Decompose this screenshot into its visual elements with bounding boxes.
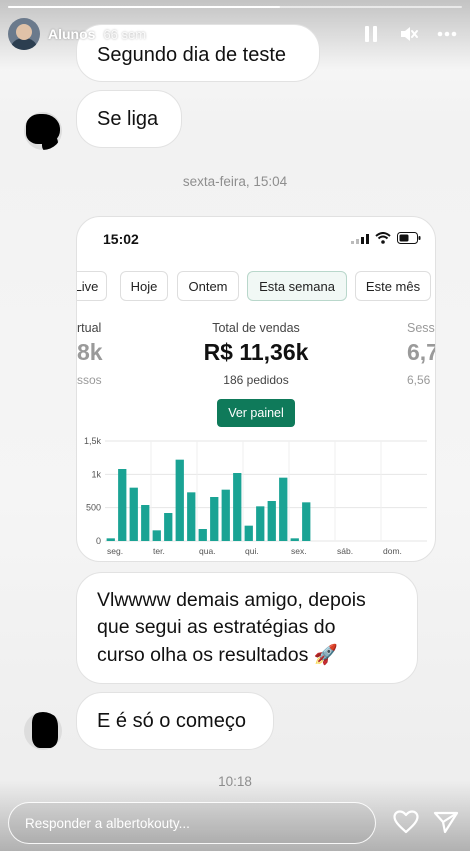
message-text: E é só o começo bbox=[97, 710, 246, 732]
chat-timestamp: sexta-feira, 15:04 bbox=[182, 174, 288, 189]
chart-bar bbox=[198, 529, 207, 541]
orders-count: 186 pedidos bbox=[223, 373, 289, 387]
chart-bar bbox=[233, 473, 242, 541]
x-tick-label: seg. bbox=[107, 546, 123, 556]
y-tick-label: 0 bbox=[96, 536, 101, 546]
chart-bar bbox=[244, 525, 253, 541]
phone-status-icons bbox=[351, 231, 421, 249]
story-progress-bar bbox=[8, 6, 462, 8]
sender-avatar bbox=[24, 712, 62, 750]
battery-icon bbox=[397, 231, 421, 249]
chart-bar bbox=[152, 530, 161, 541]
chart-bar bbox=[290, 538, 299, 541]
story-progress-fill bbox=[8, 6, 281, 8]
tab-ontem[interactable]: Ontem bbox=[177, 271, 239, 301]
total-sales-value: R$ 11,36k bbox=[203, 339, 309, 365]
chart-bar bbox=[164, 513, 173, 541]
username[interactable]: Alunos bbox=[48, 26, 95, 42]
more-options-icon[interactable] bbox=[436, 23, 458, 45]
ver-painel-button[interactable]: Ver painel bbox=[217, 399, 295, 427]
message-bubble-4: E é só o começo bbox=[76, 692, 274, 750]
message-line: Vlwwww demais amigo, depois bbox=[97, 589, 366, 611]
weekly-sales-chart: 0 500 1k 1,5k seg. ter. qua. qui. sex. sáb. dom. bbox=[84, 436, 427, 556]
right-metric-sub: 6,56 bbox=[407, 373, 431, 387]
chart-bar bbox=[210, 497, 219, 541]
chart-bar bbox=[175, 459, 184, 541]
chart-bar bbox=[302, 502, 311, 541]
x-tick-label: sex. bbox=[291, 546, 307, 556]
tab-hoje[interactable]: Hoje bbox=[120, 271, 168, 301]
message-line: curso olha os resultados bbox=[97, 643, 309, 666]
rocket-emoji: 🚀 bbox=[313, 643, 339, 666]
chart-bar bbox=[279, 477, 288, 541]
message-bubble-2: Se liga bbox=[76, 90, 182, 148]
chart-bar bbox=[221, 489, 230, 541]
y-tick-label: 500 bbox=[86, 503, 101, 513]
x-tick-label: dom. bbox=[383, 546, 402, 556]
heart-icon[interactable] bbox=[393, 810, 419, 839]
message-text: Se liga bbox=[97, 108, 159, 130]
message-line: que segui as estratégias do bbox=[97, 616, 336, 639]
tab-esta-semana[interactable]: Esta semana bbox=[247, 271, 347, 301]
total-sales-label: Total de vendas bbox=[212, 321, 300, 335]
sales-screenshot: 15:02 Live Hoje Ontem Esta semana Este m… bbox=[76, 216, 436, 562]
chart-bar bbox=[256, 506, 265, 541]
y-tick-label: 1,5k bbox=[84, 436, 102, 446]
x-tick-label: qui. bbox=[245, 546, 259, 556]
send-icon[interactable] bbox=[433, 810, 459, 839]
right-metric-label: Sess bbox=[407, 321, 435, 335]
chart-bar bbox=[129, 487, 138, 541]
chart-bar bbox=[106, 538, 115, 541]
chart-bar bbox=[118, 469, 127, 541]
pause-icon[interactable] bbox=[360, 23, 382, 45]
chart-bar bbox=[141, 505, 150, 541]
mute-icon[interactable] bbox=[398, 23, 420, 45]
reply-input[interactable]: Responder a albertokouty... bbox=[8, 802, 376, 844]
tab-este-mes[interactable]: Este mês bbox=[355, 271, 431, 301]
message-bubble-3: Vlwwww demais amigo, depois que segui as… bbox=[76, 572, 418, 684]
signal-icon bbox=[351, 231, 369, 249]
right-metric-value: 6,7 bbox=[407, 339, 436, 365]
time-ago: 66 sem bbox=[103, 26, 147, 42]
chart-bar bbox=[187, 492, 196, 541]
period-tabs: Live Hoje Ontem Esta semana Este mês bbox=[77, 271, 435, 303]
sender-avatar bbox=[24, 112, 62, 150]
phone-clock: 15:02 bbox=[103, 231, 139, 247]
y-tick-label: 1k bbox=[91, 469, 101, 479]
x-tick-label: sáb. bbox=[337, 546, 353, 556]
sales-metrics: rtual 8k ssos Total de vendas R$ 11,36k … bbox=[77, 317, 435, 407]
x-tick-label: ter. bbox=[153, 546, 165, 556]
story-view: Alunos 66 sem Segundo dia de teste Se li… bbox=[0, 0, 470, 851]
x-tick-label: qua. bbox=[199, 546, 216, 556]
tab-live[interactable]: Live bbox=[77, 271, 107, 301]
chart-bar bbox=[267, 501, 276, 541]
story-header: Alunos 66 sem bbox=[8, 14, 458, 54]
profile-avatar[interactable] bbox=[8, 18, 40, 50]
wifi-icon bbox=[375, 231, 391, 249]
